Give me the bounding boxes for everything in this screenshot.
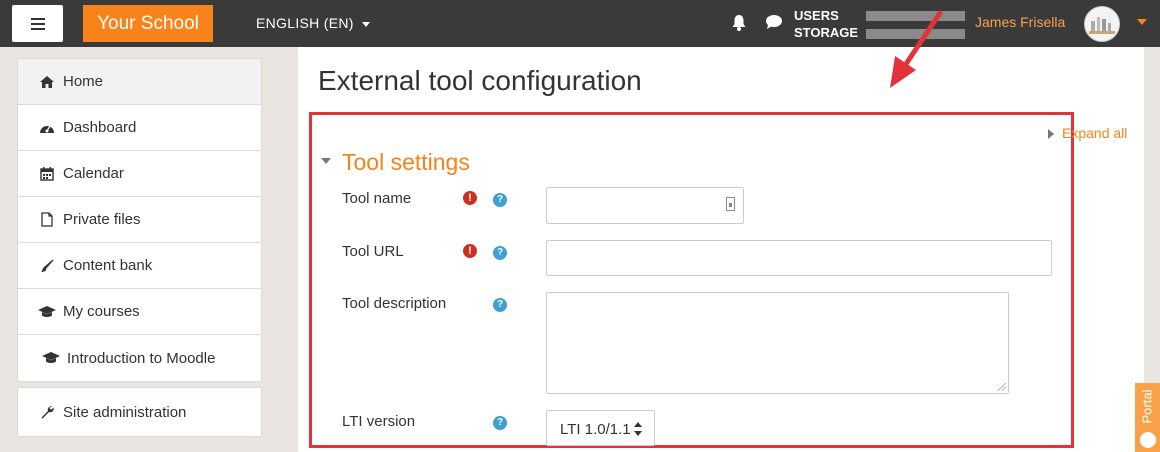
- caret-right-icon: [1048, 129, 1054, 140]
- user-name-link[interactable]: James Frisella: [975, 14, 1065, 30]
- file-icon: [38, 212, 56, 228]
- hamburger-icon: [30, 17, 45, 30]
- graduation-cap-icon: [38, 304, 56, 320]
- quota-labels: USERS STORAGE: [794, 7, 858, 41]
- sidebar: Home Dashboard Calendar Private files Co…: [17, 58, 262, 437]
- help-icon[interactable]: ?: [493, 416, 507, 430]
- moodle-logo-icon: [1140, 432, 1156, 448]
- sidebar-item-private-files[interactable]: Private files: [18, 197, 261, 243]
- expand-all-label: Expand all: [1062, 125, 1128, 141]
- lti-version-select[interactable]: LTI 1.0/1.1: [546, 410, 655, 446]
- users-quota-label: USERS: [794, 8, 839, 23]
- tool-name-field[interactable]: [546, 187, 744, 224]
- caret-down-icon: [361, 21, 370, 27]
- portal-label: Portal: [1139, 389, 1155, 424]
- graduation-cap-icon: [42, 350, 60, 366]
- help-icon[interactable]: ?: [493, 246, 507, 260]
- avatar[interactable]: [1084, 6, 1120, 42]
- sidebar-nav: Home Dashboard Calendar Private files Co…: [17, 58, 262, 382]
- site-brand-link[interactable]: Your School: [83, 5, 213, 42]
- calendar-icon: [38, 166, 56, 182]
- sidebar-item-my-courses[interactable]: My courses: [18, 289, 261, 335]
- sidebar-item-introduction-to-moodle[interactable]: Introduction to Moodle: [18, 335, 261, 381]
- tool-url-field[interactable]: [546, 240, 1052, 276]
- annotation-arrow-icon: [890, 10, 943, 88]
- sidebar-item-site-administration[interactable]: Site administration: [18, 388, 261, 436]
- top-navbar: Your School ENGLISH (EN) USERS STORAGE J…: [0, 0, 1160, 47]
- required-icon: !: [463, 191, 477, 205]
- sidebar-item-label: Calendar: [63, 165, 124, 182]
- tool-name-label: Tool name: [342, 190, 412, 207]
- brush-icon: [38, 258, 56, 274]
- select-arrows-icon: [634, 422, 642, 436]
- help-icon[interactable]: ?: [493, 193, 507, 207]
- tool-description-textarea[interactable]: [547, 293, 1008, 393]
- sidebar-item-label: Dashboard: [63, 119, 137, 136]
- language-label: ENGLISH (EN): [256, 15, 354, 31]
- required-icon: !: [463, 244, 477, 258]
- main-content: External tool configuration Expand all T…: [298, 47, 1144, 452]
- sidebar-admin-nav: Site administration: [17, 387, 262, 437]
- wrench-icon: [38, 404, 56, 420]
- sidebar-item-content-bank[interactable]: Content bank: [18, 243, 261, 289]
- messages-icon[interactable]: [765, 14, 783, 35]
- dashboard-icon: [38, 120, 56, 136]
- help-icon[interactable]: ?: [493, 298, 507, 312]
- sidebar-item-dashboard[interactable]: Dashboard: [18, 105, 261, 151]
- language-menu[interactable]: ENGLISH (EN): [256, 15, 370, 31]
- tool-description-label: Tool description: [342, 295, 447, 312]
- autofill-icon: [726, 197, 735, 211]
- notifications-icon[interactable]: [731, 14, 747, 36]
- home-icon: [38, 74, 56, 90]
- sidebar-item-calendar[interactable]: Calendar: [18, 151, 261, 197]
- tool-url-label: Tool URL: [342, 243, 404, 260]
- lti-version-label: LTI version: [342, 413, 416, 430]
- sidebar-item-label: Home: [63, 73, 104, 90]
- tool-name-input[interactable]: [547, 188, 743, 223]
- tool-url-input[interactable]: [547, 241, 1051, 275]
- lti-version-selected: LTI 1.0/1.1: [560, 421, 631, 438]
- expand-all-link[interactable]: Expand all: [1048, 125, 1127, 141]
- menu-toggle-button[interactable]: [12, 5, 63, 42]
- sidebar-item-label: Introduction to Moodle: [67, 349, 216, 367]
- tool-description-field[interactable]: [546, 292, 1009, 394]
- section-toggle-tool-settings[interactable]: Tool settings: [321, 149, 470, 176]
- sidebar-item-label: Site administration: [63, 403, 187, 421]
- page-title: External tool configuration: [318, 65, 642, 96]
- sidebar-item-label: My courses: [63, 303, 140, 320]
- caret-down-icon: [321, 157, 331, 164]
- sidebar-item-home[interactable]: Home: [18, 59, 261, 105]
- user-menu-caret-icon[interactable]: [1137, 19, 1147, 25]
- storage-quota-label: STORAGE: [794, 25, 859, 40]
- sidebar-item-label: Private files: [63, 211, 141, 228]
- sidebar-item-label: Content bank: [63, 257, 153, 274]
- resize-handle-icon[interactable]: [998, 383, 1006, 391]
- section-title: Tool settings: [342, 149, 470, 175]
